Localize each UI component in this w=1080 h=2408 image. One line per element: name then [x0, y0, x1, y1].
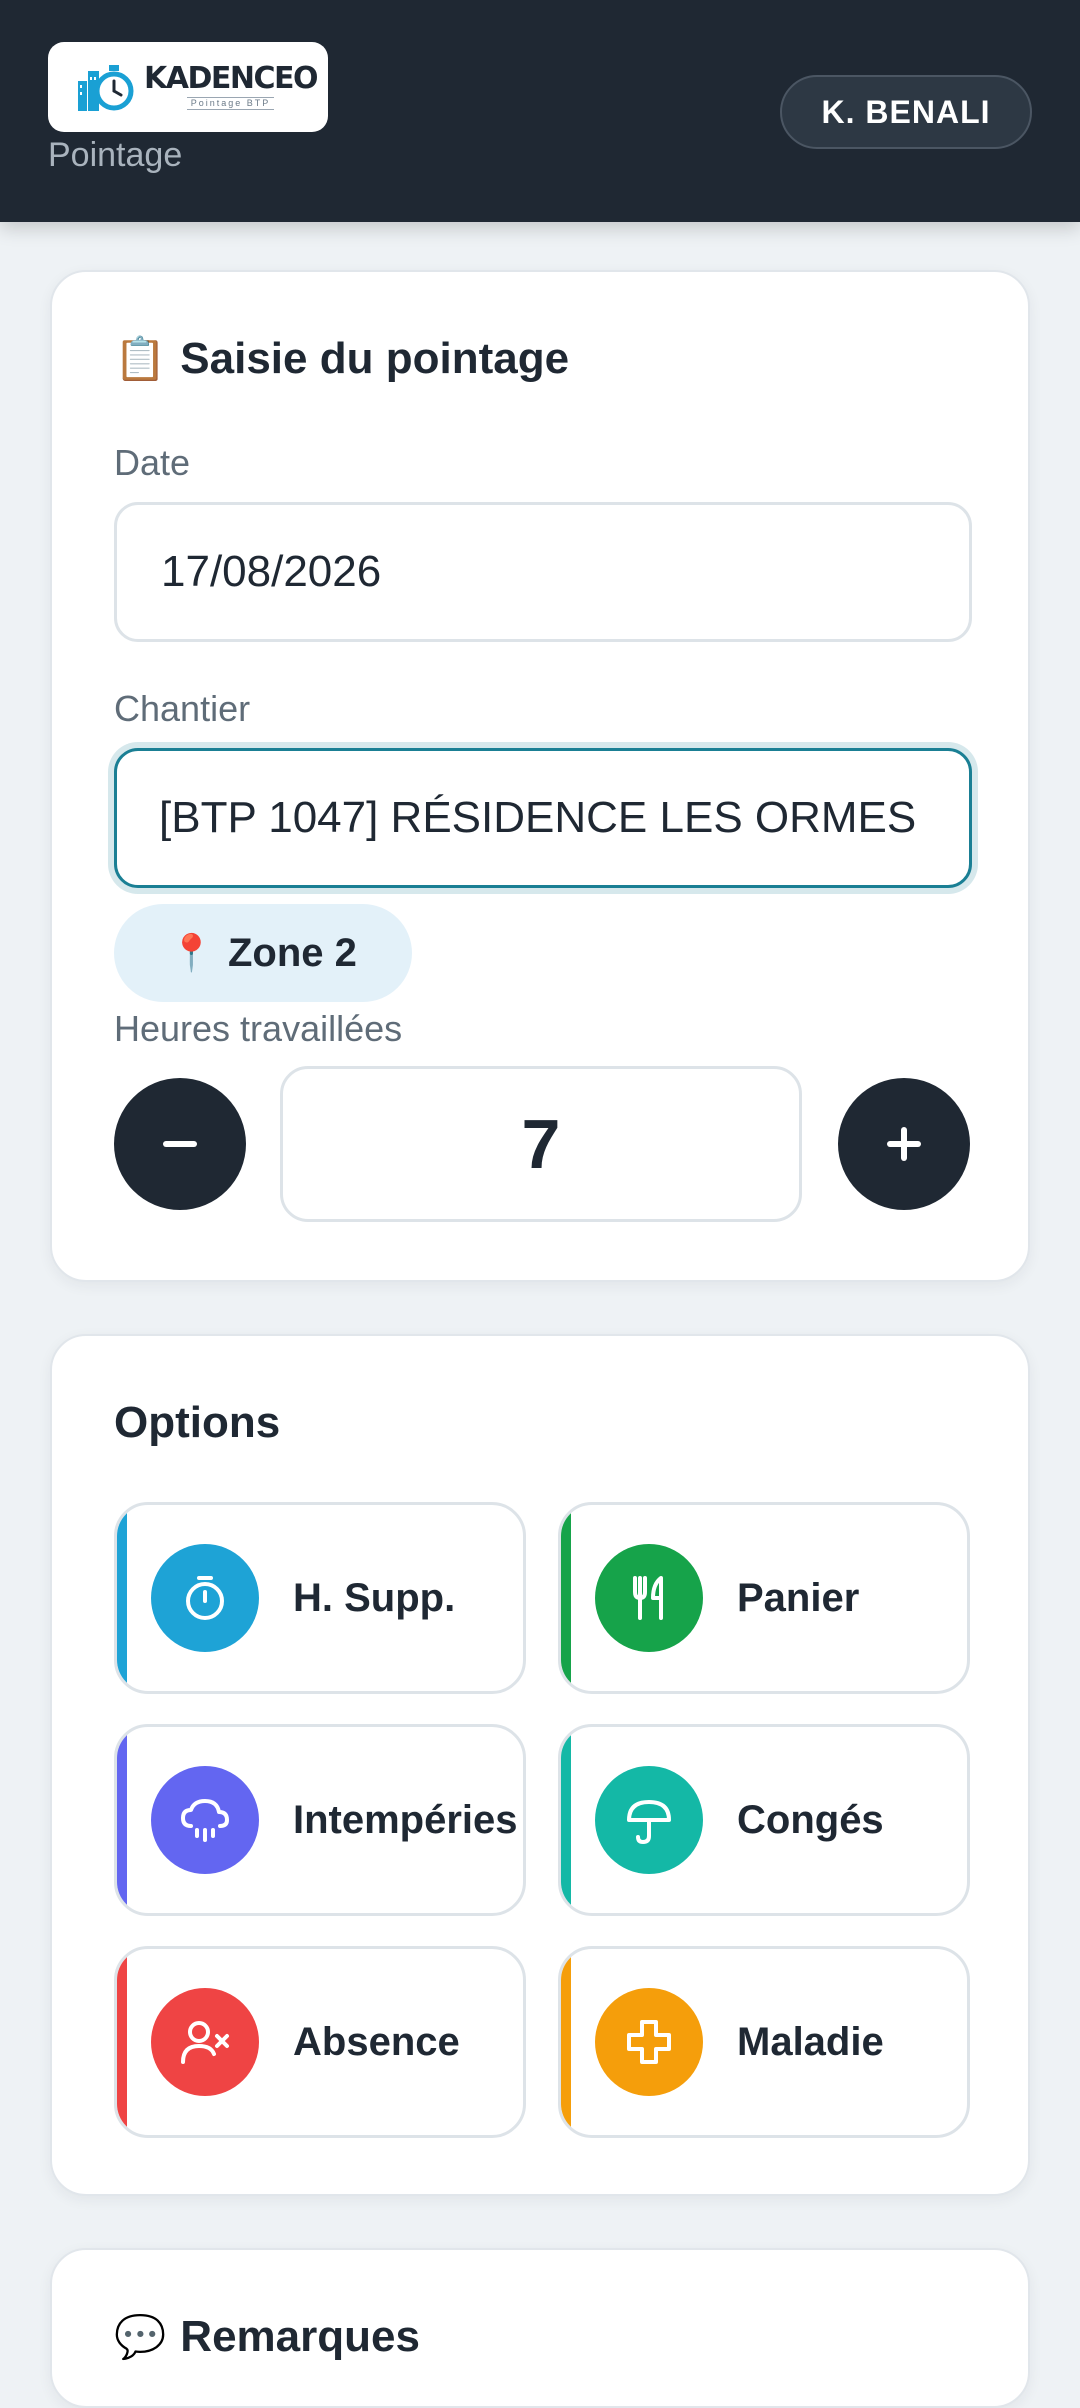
app-logo: KADENCEO Pointage BTP	[48, 42, 328, 132]
option-bad-weather[interactable]: Intempéries	[114, 1724, 526, 1916]
date-field[interactable]: 17/08/2026	[114, 502, 972, 642]
speech-bubble-icon: 💬	[114, 2312, 167, 2361]
option-label: Absence	[293, 2019, 460, 2064]
building-clock-icon	[78, 65, 134, 111]
umbrella-icon	[595, 1766, 703, 1874]
date-label: Date	[114, 442, 191, 483]
option-label: Intempéries	[293, 1797, 518, 1842]
logo-name: KADENCEO	[144, 61, 318, 96]
site-label: Chantier	[114, 688, 251, 729]
remarks-card: 💬 Remarques	[50, 2248, 1030, 2408]
increment-hours-button[interactable]	[838, 1078, 970, 1210]
app-header: KADENCEO Pointage BTP Pointage K. BENALI	[0, 0, 1080, 222]
utensils-icon	[595, 1544, 703, 1652]
user-menu-button[interactable]: K. BENALI	[780, 75, 1032, 149]
entry-title-text: Saisie du pointage	[180, 334, 570, 383]
logo-tagline: Pointage BTP	[186, 97, 275, 110]
entry-card-title: 📋 Saisie du pointage	[114, 334, 569, 384]
option-label: Maladie	[737, 2019, 884, 2064]
option-label: Congés	[737, 1797, 884, 1842]
minus-icon	[163, 1141, 197, 1147]
rain-cloud-icon	[151, 1766, 259, 1874]
options-card: Options H. Supp. Panier Intempéries Cong…	[50, 1334, 1030, 2196]
hours-label: Heures travaillées	[114, 1008, 403, 1049]
remarks-title: 💬 Remarques	[114, 2312, 420, 2362]
medical-cross-icon	[595, 1988, 703, 2096]
site-select[interactable]: [BTP 1047] RÉSIDENCE LES ORMES	[114, 748, 972, 888]
option-accent	[561, 1949, 571, 2135]
option-accent	[561, 1505, 571, 1691]
zone-label: Zone 2	[227, 930, 357, 975]
zone-badge: 📍 Zone 2	[114, 904, 412, 1002]
option-label: H. Supp.	[293, 1575, 456, 1620]
entry-card: 📋 Saisie du pointage Date 17/08/2026 Cha…	[50, 270, 1030, 1282]
option-meal[interactable]: Panier	[558, 1502, 970, 1694]
option-sick[interactable]: Maladie	[558, 1946, 970, 2138]
option-leave[interactable]: Congés	[558, 1724, 970, 1916]
hours-value[interactable]: 7	[280, 1066, 802, 1222]
stopwatch-icon	[151, 1544, 259, 1652]
page-subtitle: Pointage	[48, 136, 183, 174]
user-x-icon	[151, 1988, 259, 2096]
remarks-title-text: Remarques	[180, 2312, 420, 2361]
map-pin-icon: 📍	[169, 933, 214, 974]
option-absence[interactable]: Absence	[114, 1946, 526, 2138]
option-label: Panier	[737, 1575, 860, 1620]
option-accent	[117, 1505, 127, 1691]
options-title: Options	[114, 1398, 281, 1447]
option-overtime[interactable]: H. Supp.	[114, 1502, 526, 1694]
option-accent	[561, 1727, 571, 1913]
option-accent	[117, 1727, 127, 1913]
clipboard-icon: 📋	[114, 334, 167, 383]
option-accent	[117, 1949, 127, 2135]
plus-icon	[887, 1127, 921, 1161]
decrement-hours-button[interactable]	[114, 1078, 246, 1210]
